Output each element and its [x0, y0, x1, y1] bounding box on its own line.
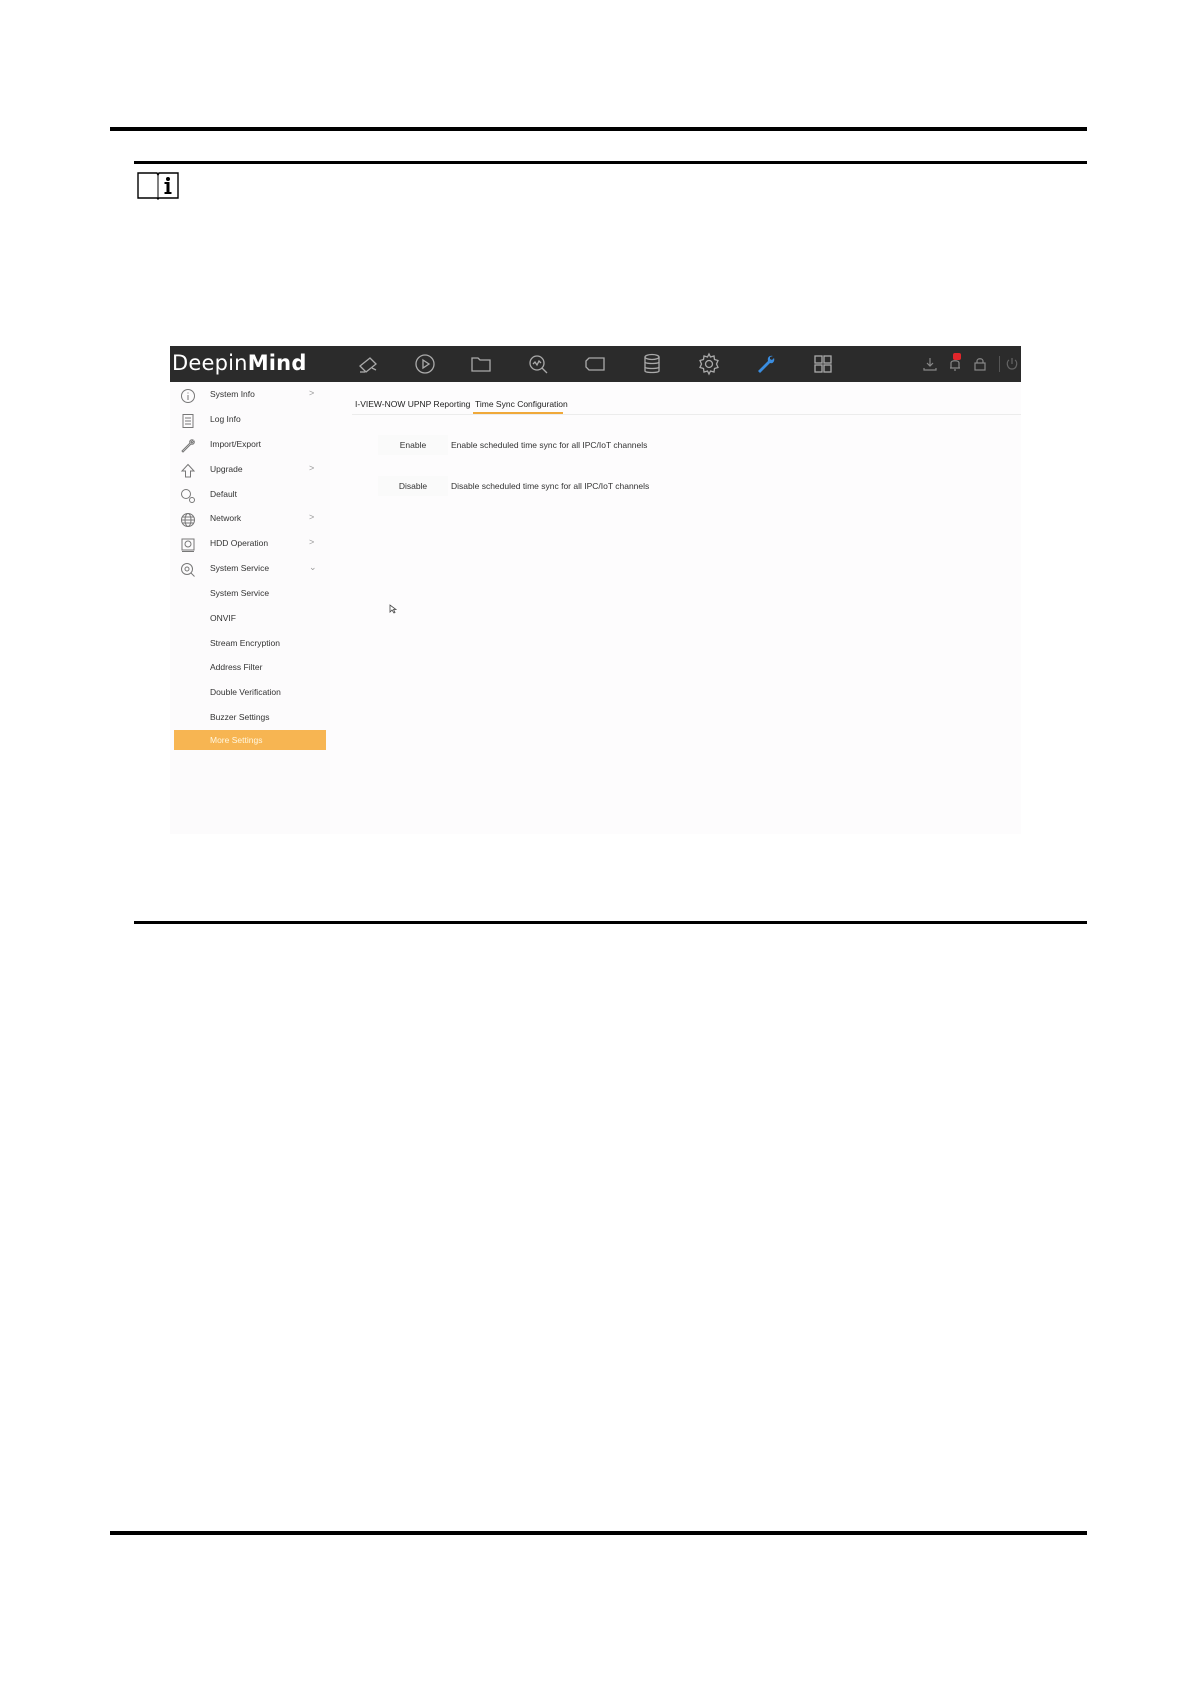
active-item-label: More Settings [210, 735, 263, 745]
enable-description: Enable scheduled time sync for all IPC/I… [451, 440, 648, 450]
maintenance-icon[interactable] [754, 352, 778, 376]
camera-icon[interactable] [583, 352, 607, 376]
mouse-cursor-icon [389, 604, 398, 617]
sidebar-item-system-info[interactable]: System Info > [170, 385, 330, 407]
deepinmind-logo: DeepinMind [172, 351, 307, 375]
top-navigation-bar: DeepinMind [170, 346, 1021, 382]
tab-divider [352, 414, 1021, 415]
topbar-separator [999, 356, 1000, 372]
apps-grid-icon[interactable] [811, 352, 835, 376]
power-icon[interactable] [1004, 356, 1020, 372]
subitem-more-settings-active[interactable]: More Settings [174, 730, 326, 750]
disable-description: Disable scheduled time sync for all IPC/… [451, 481, 650, 491]
wrench-icon [180, 438, 196, 454]
sidebar-item-network[interactable]: Network > [170, 509, 330, 531]
sidebar-item-label: Network [210, 513, 242, 523]
subitem-stream-encryption[interactable]: Stream Encryption [210, 638, 280, 648]
chevron-right-icon: > [309, 463, 315, 473]
sidebar-item-label: Import/Export [210, 439, 262, 449]
chevron-down-icon: ⌄ [309, 562, 317, 572]
notification-badge [953, 353, 961, 360]
enable-button[interactable]: Enable [378, 435, 448, 455]
note-bottom-rule [134, 921, 1087, 924]
default-icon [180, 488, 196, 504]
note-book-icon [137, 170, 179, 200]
sidebar-item-label: Upgrade [210, 464, 243, 474]
sidebar-item-system-service[interactable]: System Service ⌄ [170, 559, 330, 581]
footer-rule [110, 1531, 1087, 1535]
subitem-system-service[interactable]: System Service [210, 588, 269, 598]
smart-search-icon[interactable] [526, 352, 550, 376]
hdd-icon [180, 537, 196, 553]
subitem-buzzer-settings[interactable]: Buzzer Settings [210, 712, 270, 722]
sidebar-item-label: Log Info [210, 414, 241, 424]
sidebar-item-import-export[interactable]: Import/Export [170, 435, 330, 457]
download-icon[interactable] [922, 356, 938, 372]
chevron-right-icon: > [309, 537, 315, 547]
note-top-rule [134, 161, 1087, 164]
sidebar-item-upgrade[interactable]: Upgrade > [170, 460, 330, 482]
sidebar: System Info > Log Info Import/Export Upg… [170, 382, 330, 834]
sidebar-item-label: Default [210, 489, 237, 499]
disable-button[interactable]: Disable [378, 476, 448, 496]
sidebar-item-hdd-operation[interactable]: HDD Operation > [170, 534, 330, 556]
subitem-double-verification[interactable]: Double Verification [210, 687, 281, 697]
playback-icon[interactable] [413, 352, 437, 376]
sidebar-item-label: HDD Operation [210, 538, 269, 548]
tab-i-view-now-upnp[interactable]: I-VIEW-NOW UPNP Reporting [355, 399, 470, 409]
info-icon [180, 388, 196, 404]
sidebar-item-label: System Info [210, 389, 255, 399]
lock-icon[interactable] [972, 356, 988, 372]
header-rule [110, 127, 1087, 131]
log-icon [180, 413, 196, 429]
sidebar-item-log-info[interactable]: Log Info [170, 410, 330, 432]
settings-icon[interactable] [697, 352, 721, 376]
nvr-screenshot: DeepinMind System Info > Log Info Import… [170, 346, 1021, 834]
chevron-right-icon: > [309, 388, 315, 398]
globe-icon [180, 512, 196, 528]
service-icon [180, 562, 196, 578]
subitem-onvif[interactable]: ONVIF [210, 613, 236, 623]
file-icon[interactable] [469, 352, 493, 376]
sidebar-item-default[interactable]: Default [170, 485, 330, 507]
live-view-icon[interactable] [356, 352, 380, 376]
subitem-address-filter[interactable]: Address Filter [210, 662, 262, 672]
upgrade-arrow-icon [180, 463, 196, 479]
storage-icon[interactable] [640, 352, 664, 376]
tab-time-sync-configuration[interactable]: Time Sync Configuration [475, 399, 568, 409]
sidebar-item-label: System Service [210, 563, 270, 573]
chevron-right-icon: > [309, 512, 315, 522]
